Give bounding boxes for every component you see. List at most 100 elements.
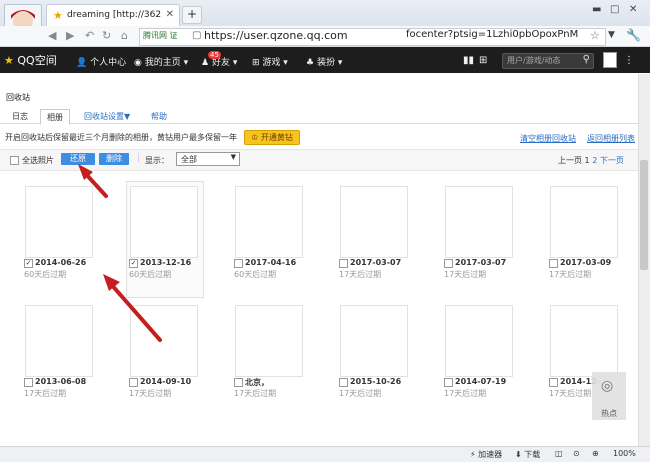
- undo-icon[interactable]: ↶: [85, 29, 94, 42]
- photo-date: 2017-03-07: [350, 258, 402, 267]
- friends-badge: 45: [208, 51, 221, 59]
- nav-my-home[interactable]: ◉ 我的主页 ▾: [134, 55, 188, 68]
- qzone-nav-bar: ★ QQ空间 👤 个人中心 ◉ 我的主页 ▾ ♟ 好友 ▾ ⊞ 游戏 ▾ ♣ 装…: [0, 47, 650, 73]
- minimize-icon[interactable]: ▬: [592, 4, 601, 15]
- open-vip-button[interactable]: ♔ 开通黄钻: [244, 130, 300, 145]
- action-toolbar: [0, 149, 638, 171]
- hot-widget[interactable]: ◎ 热点: [592, 372, 626, 420]
- bookmark-star-icon[interactable]: ☆: [590, 29, 600, 42]
- hot-widget-label: 热点: [601, 409, 617, 418]
- photo-thumbnail[interactable]: [550, 186, 618, 258]
- photo-thumbnail[interactable]: [130, 305, 198, 377]
- status-icon[interactable]: ◫: [555, 449, 563, 458]
- home-icon[interactable]: ⌂: [121, 29, 128, 42]
- qzone-star-icon: ★: [4, 54, 14, 67]
- nav-decor[interactable]: ♣ 装扮 ▾: [306, 55, 342, 68]
- photo-date: 2017-03-09: [560, 258, 612, 267]
- photo-thumbnail[interactable]: [340, 186, 408, 258]
- zoom-level[interactable]: 100%: [613, 449, 636, 458]
- download-item[interactable]: ⬇ 下载: [515, 449, 540, 460]
- nav-personal-label: 个人中心: [90, 58, 127, 68]
- photo-checkbox[interactable]: [444, 378, 453, 387]
- photo-checkbox[interactable]: [339, 259, 348, 268]
- site-verified-tag: 腾讯网 证: [143, 31, 178, 40]
- pager-next[interactable]: 下一页: [600, 156, 624, 165]
- more-icon[interactable]: ⋮: [624, 55, 634, 66]
- photo-checkbox[interactable]: [549, 378, 558, 387]
- photo-thumbnail[interactable]: [550, 305, 618, 377]
- photo-date: 2014-09-10: [140, 377, 192, 386]
- restore-button[interactable]: 还原: [61, 153, 95, 165]
- browser-tab[interactable]: ★ dreaming [http://362125 ✕: [46, 4, 180, 27]
- select-all-checkbox[interactable]: [10, 156, 19, 165]
- photo-thumbnail[interactable]: [445, 186, 513, 258]
- photo-checkbox[interactable]: [234, 259, 243, 268]
- grid-icon[interactable]: ⊞: [479, 55, 487, 66]
- photo-checkbox[interactable]: [129, 378, 138, 387]
- photo-expire: 17天后过期: [339, 389, 382, 398]
- tab-close-icon[interactable]: ✕: [166, 9, 174, 20]
- accelerator-item[interactable]: ⚡ 加速器: [470, 449, 502, 460]
- photo-thumbnail[interactable]: [445, 305, 513, 377]
- photo-checkbox[interactable]: ✓: [24, 259, 33, 268]
- dropdown-icon[interactable]: ▼: [608, 30, 615, 40]
- tab-photo[interactable]: 相册: [40, 109, 70, 125]
- scrollbar-thumb[interactable]: [640, 160, 648, 270]
- user-mini-avatar[interactable]: [603, 52, 617, 68]
- tab-blog[interactable]: 日志: [6, 109, 34, 124]
- nav-friends-label: 好友: [211, 58, 230, 68]
- photo-checkbox[interactable]: [339, 378, 348, 387]
- photo-thumbnail[interactable]: [25, 305, 93, 377]
- photo-expire: 17天后过期: [444, 270, 487, 279]
- qzone-logo[interactable]: ★ QQ空间: [4, 52, 57, 68]
- photo-date: 北京，: [245, 378, 269, 387]
- show-label: 显示：: [145, 156, 169, 165]
- photo-expire: 17天后过期: [339, 270, 382, 279]
- show-filter-select[interactable]: 全部 ▼: [176, 152, 240, 166]
- photo-checkbox[interactable]: [234, 378, 243, 387]
- refresh-icon[interactable]: ↻: [102, 29, 111, 42]
- url-text: https://user.qzone.qq.com: [204, 29, 348, 42]
- forward-icon[interactable]: ▶: [66, 29, 74, 42]
- url-text-tail: focenter?ptsig=1Lzhi0pbOpoxPnM: [406, 29, 579, 40]
- photo-date: 2013-12-16: [140, 258, 192, 267]
- photo-checkbox[interactable]: [444, 259, 453, 268]
- back-to-albums-link[interactable]: 返回相册列表: [587, 133, 635, 144]
- status-icon-3[interactable]: ⊕: [592, 449, 599, 458]
- photo-thumbnail[interactable]: [235, 186, 303, 258]
- chevron-down-icon: ▼: [230, 153, 236, 161]
- photo-thumbnail[interactable]: [235, 305, 303, 377]
- show-filter-value: 全部: [181, 155, 197, 164]
- photo-thumbnail[interactable]: [25, 186, 93, 258]
- photo-checkbox[interactable]: [24, 378, 33, 387]
- photo-checkbox[interactable]: [549, 259, 558, 268]
- tab-recycle-settings[interactable]: 回收站设置▼: [78, 109, 136, 124]
- recycle-notice: 开启回收站后保留最近三个月删除的相册，黄钻用户最多保留一年: [5, 133, 237, 142]
- photo-thumbnail[interactable]: [130, 186, 198, 258]
- clear-recycle-link[interactable]: 清空相册回收站: [520, 133, 576, 144]
- photo-checkbox[interactable]: ✓: [129, 259, 138, 268]
- signal-icon[interactable]: ▮▮: [463, 55, 474, 66]
- pager-page-2[interactable]: 2: [592, 156, 597, 165]
- pager-prev[interactable]: 上一页: [558, 156, 582, 165]
- status-icon-2[interactable]: ⊙: [573, 449, 580, 458]
- photo-date: 2017-03-07: [455, 258, 507, 267]
- nav-decor-label: 装扮: [316, 58, 335, 68]
- tab-help[interactable]: 帮助: [145, 109, 173, 124]
- photo-date: 2015-10-26: [350, 377, 402, 386]
- tools-wrench-icon[interactable]: 🔧: [626, 28, 641, 42]
- nav-search-input[interactable]: 用户/游戏/动态 ⚲: [502, 53, 594, 69]
- delete-button[interactable]: 删除: [99, 153, 129, 165]
- maximize-icon[interactable]: □: [610, 4, 619, 15]
- photo-thumbnail[interactable]: [340, 305, 408, 377]
- photo-expire: 60天后过期: [129, 270, 172, 279]
- back-icon[interactable]: ◀: [48, 29, 56, 42]
- close-window-icon[interactable]: ✕: [629, 4, 637, 15]
- search-icon[interactable]: ⚲: [583, 54, 590, 65]
- nav-games[interactable]: ⊞ 游戏 ▾: [252, 55, 288, 68]
- pager: 上一页 1 2 下一页: [558, 155, 624, 166]
- nav-personal-center[interactable]: 👤 个人中心: [76, 55, 126, 68]
- pager-page-1: 1: [584, 156, 590, 165]
- photo-date: 2017-04-16: [245, 258, 297, 267]
- new-tab-button[interactable]: +: [182, 6, 202, 24]
